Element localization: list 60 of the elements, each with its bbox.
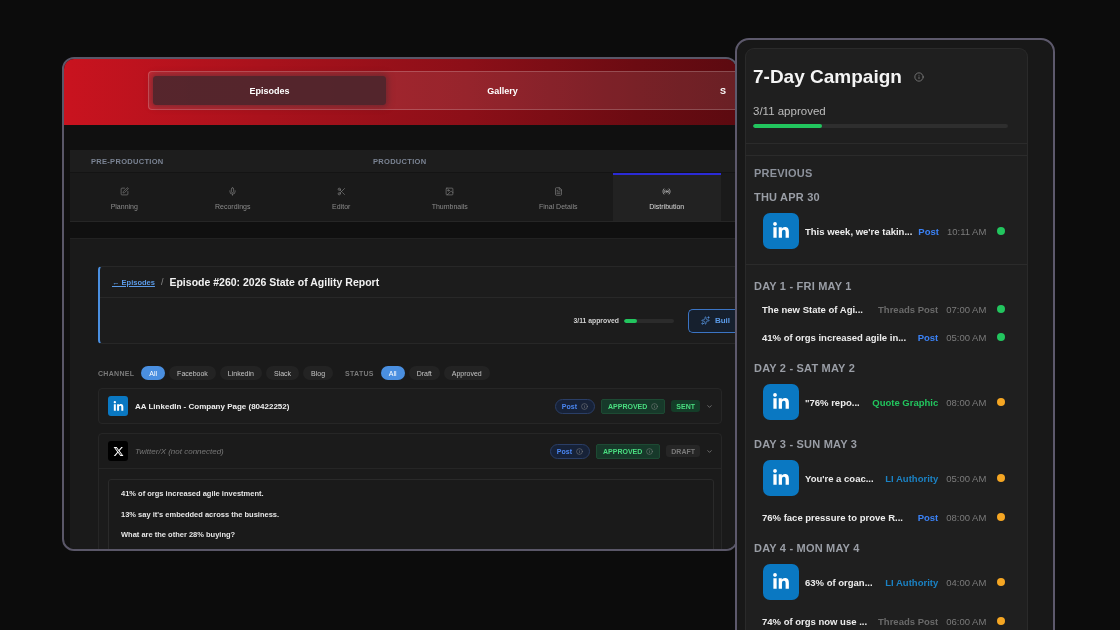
post-time: 05:00 AM — [946, 472, 987, 484]
post-snippet[interactable]: 41% of orgs increased agile in... — [762, 331, 912, 343]
channel-name: AA LinkedIn - Company Page (80422252) — [135, 401, 290, 411]
info-icon — [646, 447, 654, 455]
document-icon — [553, 186, 563, 196]
channel-name: Twitter/X (not connected) — [135, 446, 224, 456]
post-time: 06:00 AM — [946, 615, 987, 627]
day-heading: DAY 1 - FRI MAY 1 — [754, 279, 852, 293]
post-snippet[interactable]: The new State of Agi... — [762, 303, 873, 315]
pencil-icon — [119, 186, 129, 196]
info-icon — [651, 402, 659, 410]
post-type: Post — [917, 511, 939, 523]
post-time: 04:00 AM — [946, 576, 987, 588]
post-snippet[interactable]: You're a coac... — [805, 472, 880, 484]
broadcast-icon — [662, 186, 672, 196]
episode-title: Episode #260: 2026 State of Agility Report — [169, 276, 380, 288]
day-heading: DAY 3 - SUN MAY 3 — [754, 437, 858, 451]
post-type: Threads Post — [878, 615, 939, 627]
microphone-icon — [228, 186, 238, 196]
post-type: Post — [918, 225, 939, 237]
campaign-title: 7-Day Campaign — [753, 66, 902, 88]
scissors-icon — [336, 186, 346, 196]
post-time: 05:00 AM — [946, 331, 987, 343]
approval-count: 3/11 approved — [753, 104, 826, 118]
day-heading: DAY 4 - MON MAY 4 — [754, 541, 860, 555]
chevron-down-icon[interactable] — [706, 402, 713, 410]
post-type: LI Authority — [885, 472, 939, 484]
x-logo-icon — [108, 441, 128, 461]
post-time: 10:11 AM — [946, 225, 987, 237]
post-snippet[interactable]: 76% face pressure to prove R... — [762, 511, 912, 523]
day-heading: DAY 2 - SAT MAY 2 — [754, 361, 855, 375]
post-type: Threads Post — [878, 303, 939, 315]
info-icon — [581, 402, 589, 410]
post-time: 08:00 AM — [946, 511, 987, 523]
linkedin-icon — [763, 384, 799, 420]
info-icon — [913, 72, 924, 82]
linkedin-icon — [108, 396, 128, 416]
post-snippet[interactable]: "76% repo... — [805, 396, 867, 408]
sparkles-icon — [700, 316, 710, 325]
post-time: 07:00 AM — [946, 303, 987, 315]
linkedin-icon — [763, 564, 799, 600]
post-time: 08:00 AM — [946, 396, 987, 408]
post-snippet[interactable]: 74% of orgs now use ... — [762, 615, 873, 627]
linkedin-icon — [763, 213, 799, 249]
section-heading: PREVIOUS — [754, 166, 813, 180]
linkedin-icon — [763, 460, 799, 496]
chevron-down-icon[interactable] — [706, 447, 713, 455]
nav-tab[interactable]: S — [619, 76, 732, 105]
post-snippet[interactable]: This week, we're takin... — [805, 225, 913, 237]
info-icon — [576, 447, 583, 455]
build-button[interactable]: Buil — [687, 308, 736, 333]
breadcrumb-separator: / — [160, 277, 164, 287]
post-type: Post — [917, 331, 939, 343]
post-type: Quote Graphic — [872, 396, 939, 408]
post-snippet[interactable]: 63% of organ... — [805, 576, 880, 588]
image-icon — [445, 186, 455, 196]
nav-tab[interactable]: Gallery — [386, 76, 619, 105]
nav-tab[interactable]: Episodes — [153, 76, 386, 105]
day-heading: THU APR 30 — [754, 190, 820, 204]
post-type: LI Authority — [885, 576, 939, 588]
